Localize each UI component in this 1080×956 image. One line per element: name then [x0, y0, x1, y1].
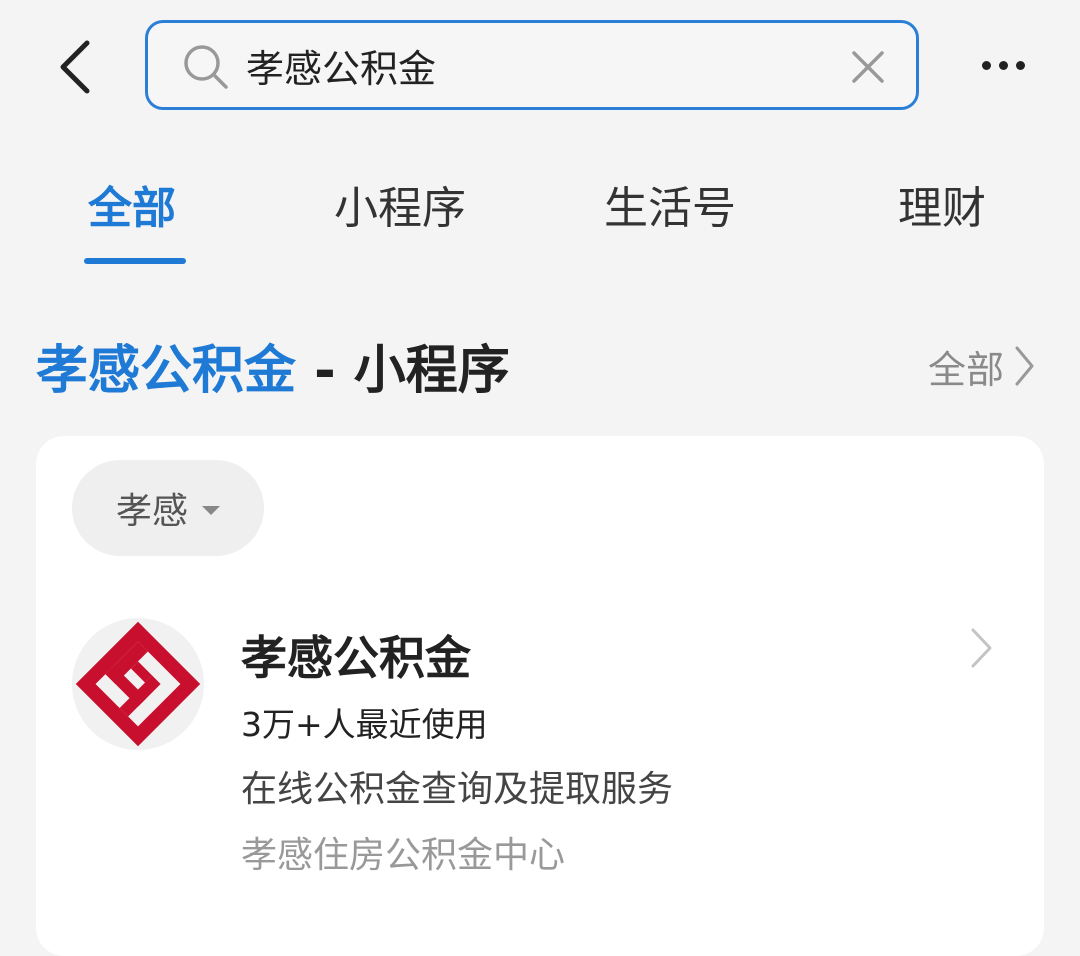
app-logo — [72, 618, 204, 750]
chevron-left-icon — [60, 40, 90, 94]
more-icon — [981, 60, 991, 70]
app-organization: 孝感住房公积金中心 — [241, 835, 566, 876]
tab-finance[interactable]: 理财 — [898, 172, 986, 236]
tab-all[interactable]: 全部 — [88, 172, 176, 236]
search-icon — [184, 45, 228, 89]
tab-mini-program[interactable]: 小程序 — [334, 172, 466, 236]
result-card: 孝感 孝感公积金 3万+人最近使用 在线公积金查询及提取服务 孝感住房公积金中心 — [36, 436, 1044, 956]
more-button[interactable] — [968, 40, 1038, 90]
app-name: 孝感公积金 — [241, 631, 471, 685]
back-button[interactable] — [40, 30, 110, 104]
section-title-keyword: 孝感公积金 — [36, 340, 297, 401]
section-title: 孝感公积金 - 小程序 — [36, 330, 510, 401]
search-box[interactable] — [145, 20, 919, 110]
location-filter-label: 孝感 — [115, 491, 188, 532]
tab-active-indicator — [84, 258, 186, 264]
app-description: 在线公积金查询及提取服务 — [241, 769, 674, 810]
chevron-right-icon — [971, 628, 992, 668]
location-filter[interactable]: 孝感 — [72, 460, 264, 556]
mini-program-result[interactable]: 孝感公积金 3万+人最近使用 在线公积金查询及提取服务 孝感住房公积金中心 — [36, 606, 1044, 896]
section-title-type: - 小程序 — [296, 340, 510, 401]
section-more-label: 全部 — [928, 347, 1005, 392]
app-usage-count: 3万+人最近使用 — [241, 705, 488, 744]
tab-life-account[interactable]: 生活号 — [604, 172, 736, 236]
search-input[interactable] — [246, 37, 806, 93]
close-icon[interactable] — [846, 45, 890, 89]
chevron-right-icon — [1015, 346, 1034, 386]
caret-down-icon — [202, 505, 220, 515]
section-more-link[interactable]: 全部 — [928, 340, 1036, 392]
